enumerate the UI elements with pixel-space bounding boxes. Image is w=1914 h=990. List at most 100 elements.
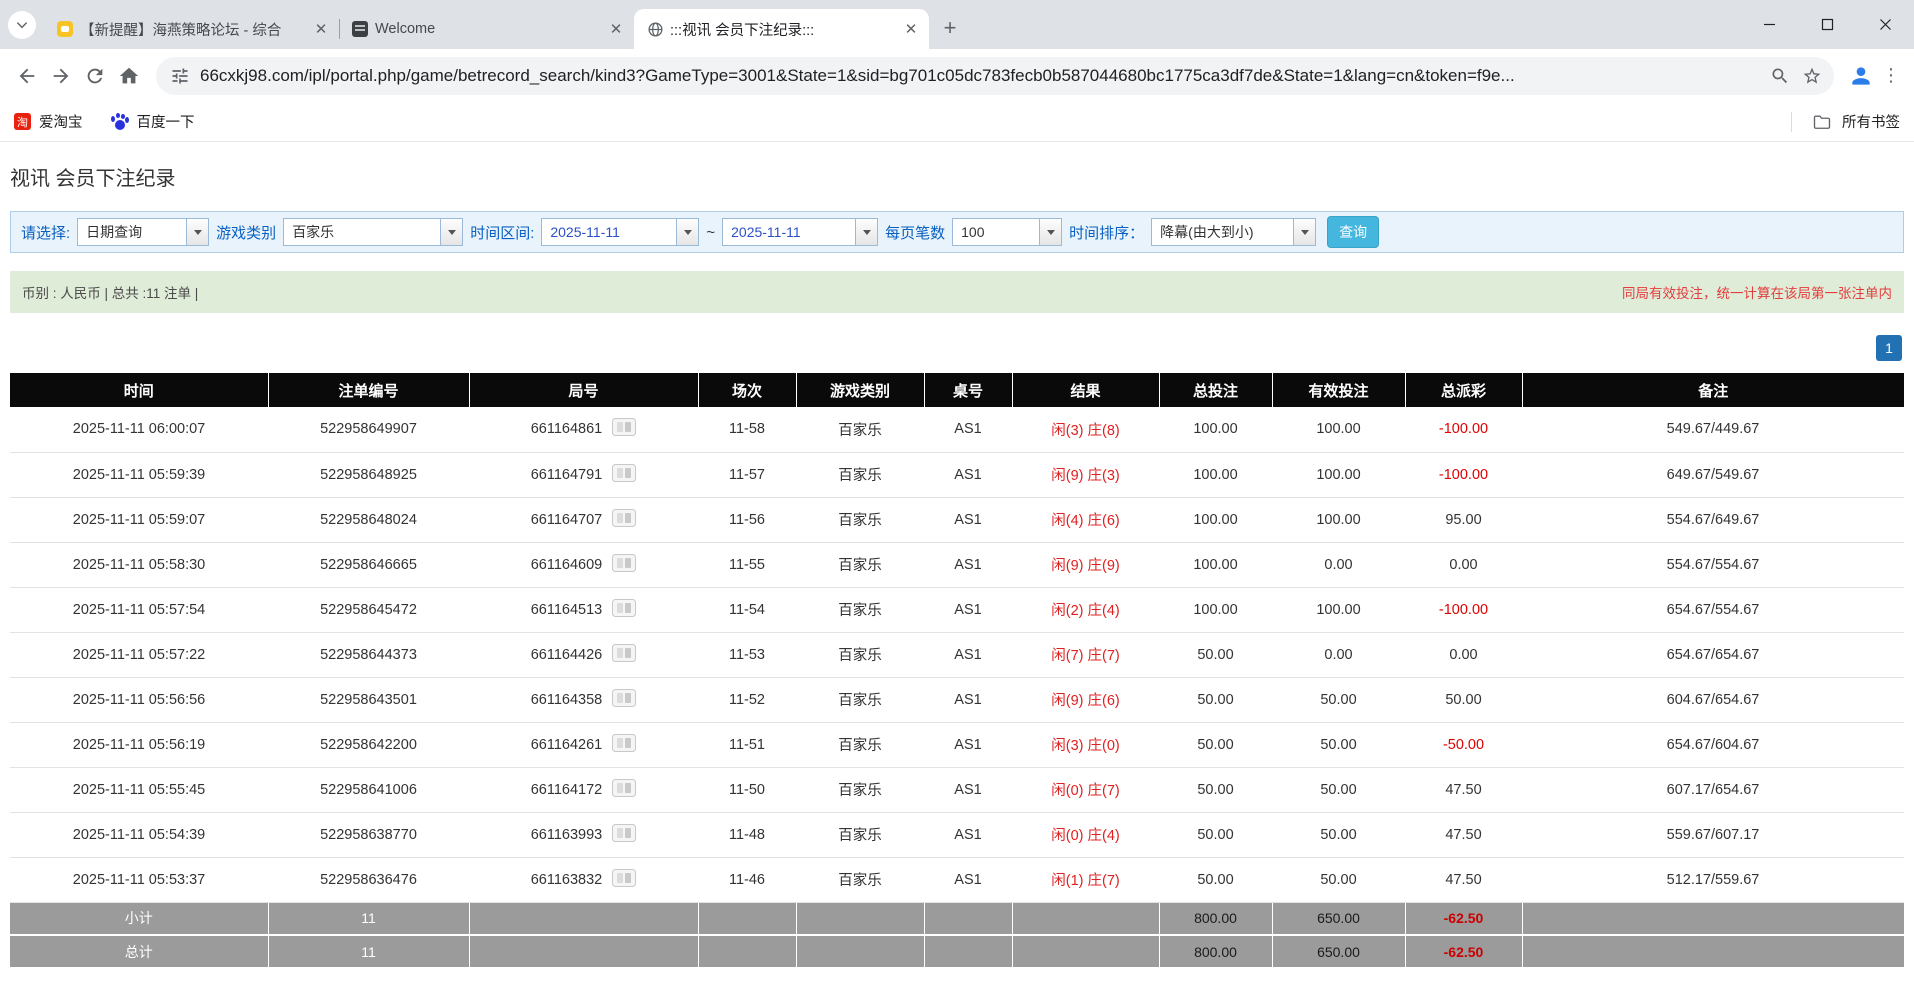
bookmark-star-button[interactable] [1796, 60, 1828, 92]
search-button[interactable]: 查询 [1327, 216, 1380, 248]
result-player: 闲(0) [1051, 783, 1084, 799]
tab-title: 【新提醒】海燕策略论坛 - 综合 [80, 22, 282, 39]
cell-total-bet[interactable]: 50.00 [1159, 677, 1272, 723]
pagination-top: 1 [12, 335, 1902, 361]
result-player: 闲(3) [1051, 738, 1084, 754]
cell-payout: 47.50 [1405, 857, 1522, 903]
cell-round: 661164426 [469, 632, 698, 678]
chevron-down-icon[interactable] [186, 219, 209, 245]
round-cards-icon[interactable] [612, 823, 637, 846]
cell-total-bet[interactable]: 50.00 [1159, 632, 1272, 678]
cell-time: 2025-11-11 05:54:39 [10, 812, 268, 858]
chevron-down-icon[interactable] [1039, 219, 1062, 245]
cell-valid-bet: 50.00 [1272, 767, 1405, 813]
cell-total-bet[interactable]: 50.00 [1159, 812, 1272, 858]
zoom-button[interactable] [1764, 60, 1796, 92]
profile-button[interactable] [1844, 59, 1878, 93]
cell-table-no: AS1 [924, 857, 1012, 903]
bookmark-baidu[interactable]: 百度一下 [110, 111, 195, 132]
round-cards-icon[interactable] [612, 733, 637, 756]
round-cards-icon[interactable] [612, 553, 637, 576]
forward-button[interactable] [44, 59, 78, 93]
round-id: 661164172 [530, 781, 603, 798]
chevron-down-icon [16, 22, 28, 29]
header-total-bet: 总投注 [1159, 373, 1273, 407]
cell-bet-id: 522958636476 [268, 857, 469, 903]
cell-total-bet[interactable]: 100.00 [1159, 587, 1272, 633]
round-cards-icon[interactable] [612, 463, 637, 486]
cell-session: 11-56 [698, 497, 796, 543]
cell-session: 11-54 [698, 587, 796, 633]
cell-total-bet[interactable]: 50.00 [1159, 722, 1272, 768]
round-cards-icon[interactable] [612, 778, 637, 801]
chevron-down-icon[interactable] [440, 219, 463, 245]
home-button[interactable] [112, 59, 146, 93]
tab-forum[interactable]: 【新提醒】海燕策略论坛 - 综合 ✕ [44, 9, 339, 49]
tab-close-icon[interactable]: ✕ [901, 19, 921, 39]
result-banker: 庄(6) [1087, 693, 1120, 709]
result-banker: 庄(0) [1087, 738, 1120, 754]
address-bar[interactable]: 66cxkj98.com/ipl/portal.php/game/betreco… [156, 56, 1834, 95]
filter-bar: 请选择: 日期查询 游戏类别 百家乐 时间区间: 2025-11-11 ~ 20… [10, 211, 1904, 253]
cell-total-bet[interactable]: 50.00 [1159, 857, 1272, 903]
round-cards-icon[interactable] [612, 508, 637, 531]
reload-button[interactable] [78, 59, 112, 93]
chevron-down-icon[interactable] [1293, 219, 1316, 245]
all-bookmarks-button[interactable]: 所有书签 [1791, 111, 1900, 132]
cell-total-bet[interactable]: 100.00 [1159, 497, 1272, 543]
round-cards-icon[interactable] [612, 598, 637, 621]
tab-close-icon[interactable]: ✕ [606, 19, 626, 39]
cell-time: 2025-11-11 05:56:19 [10, 722, 268, 768]
cell-result: 闲(9) 庄(9) [1012, 542, 1159, 588]
total-row: 总计 11 800.00 650.00 -62.50 [10, 935, 1904, 969]
cell-table-no: AS1 [924, 587, 1012, 633]
cell-bet-id: 522958641006 [268, 767, 469, 813]
cell-round: 661164861 [469, 407, 698, 453]
result-player: 闲(7) [1051, 648, 1084, 664]
chevron-down-icon[interactable] [855, 219, 878, 245]
sort-select[interactable]: 降幕(由大到小) [1151, 218, 1317, 246]
table-row: 2025-11-11 05:59:07 522958648024 6611647… [10, 497, 1904, 543]
site-settings-icon[interactable] [170, 66, 190, 86]
result-banker: 庄(6) [1087, 513, 1120, 529]
cell-session: 11-50 [698, 767, 796, 813]
cell-game-type: 百家乐 [796, 677, 924, 723]
per-page-select[interactable]: 100 [952, 218, 1063, 246]
round-id: 661164358 [530, 691, 603, 708]
tab-bet-record[interactable]: :::视讯 会员下注纪录::: ✕ [634, 9, 929, 49]
new-tab-button[interactable]: + [935, 13, 965, 43]
chevron-down-icon[interactable] [676, 219, 699, 245]
maximize-button[interactable] [1798, 0, 1856, 49]
table-footer: 小计 11 800.00 650.00 -62.50 总计 11 800.00 … [10, 902, 1904, 969]
cell-total-bet[interactable]: 100.00 [1159, 452, 1272, 498]
back-button[interactable] [10, 59, 44, 93]
round-cards-icon[interactable] [612, 418, 637, 440]
query-mode-select[interactable]: 日期查询 [77, 218, 210, 246]
tab-close-icon[interactable]: ✕ [311, 19, 331, 39]
cell-total-bet[interactable]: 50.00 [1159, 767, 1272, 813]
cell-total-bet[interactable]: 100.00 [1159, 542, 1272, 588]
tab-welcome[interactable]: Welcome ✕ [339, 9, 634, 49]
page-1-button[interactable]: 1 [1876, 335, 1902, 361]
date-from-select[interactable]: 2025-11-11 [541, 218, 700, 246]
round-cards-icon[interactable] [612, 868, 637, 891]
date-to-select[interactable]: 2025-11-11 [722, 218, 879, 246]
close-window-button[interactable] [1856, 0, 1914, 49]
cell-result: 闲(7) 庄(7) [1012, 632, 1159, 678]
cell-payout: -100.00 [1405, 452, 1522, 498]
minimize-button[interactable] [1740, 0, 1798, 49]
browser-menu-button[interactable]: ⋮ [1878, 59, 1904, 93]
subtotal-count: 11 [268, 902, 470, 936]
total-label: 总计 [10, 935, 269, 969]
tab-search-button[interactable] [8, 11, 36, 39]
select-label: 请选择: [21, 224, 71, 242]
game-type-select[interactable]: 百家乐 [283, 218, 464, 246]
cell-total-bet[interactable]: 100.00 [1159, 407, 1272, 453]
cell-time: 2025-11-11 05:56:56 [10, 677, 268, 723]
bookmark-taobao[interactable]: 淘 爱淘宝 [14, 111, 83, 132]
round-cards-icon[interactable] [612, 643, 637, 666]
profile-avatar-icon [1852, 66, 1870, 85]
cell-table-no: AS1 [924, 767, 1012, 813]
cell-game-type: 百家乐 [796, 497, 924, 543]
round-cards-icon[interactable] [612, 688, 637, 711]
